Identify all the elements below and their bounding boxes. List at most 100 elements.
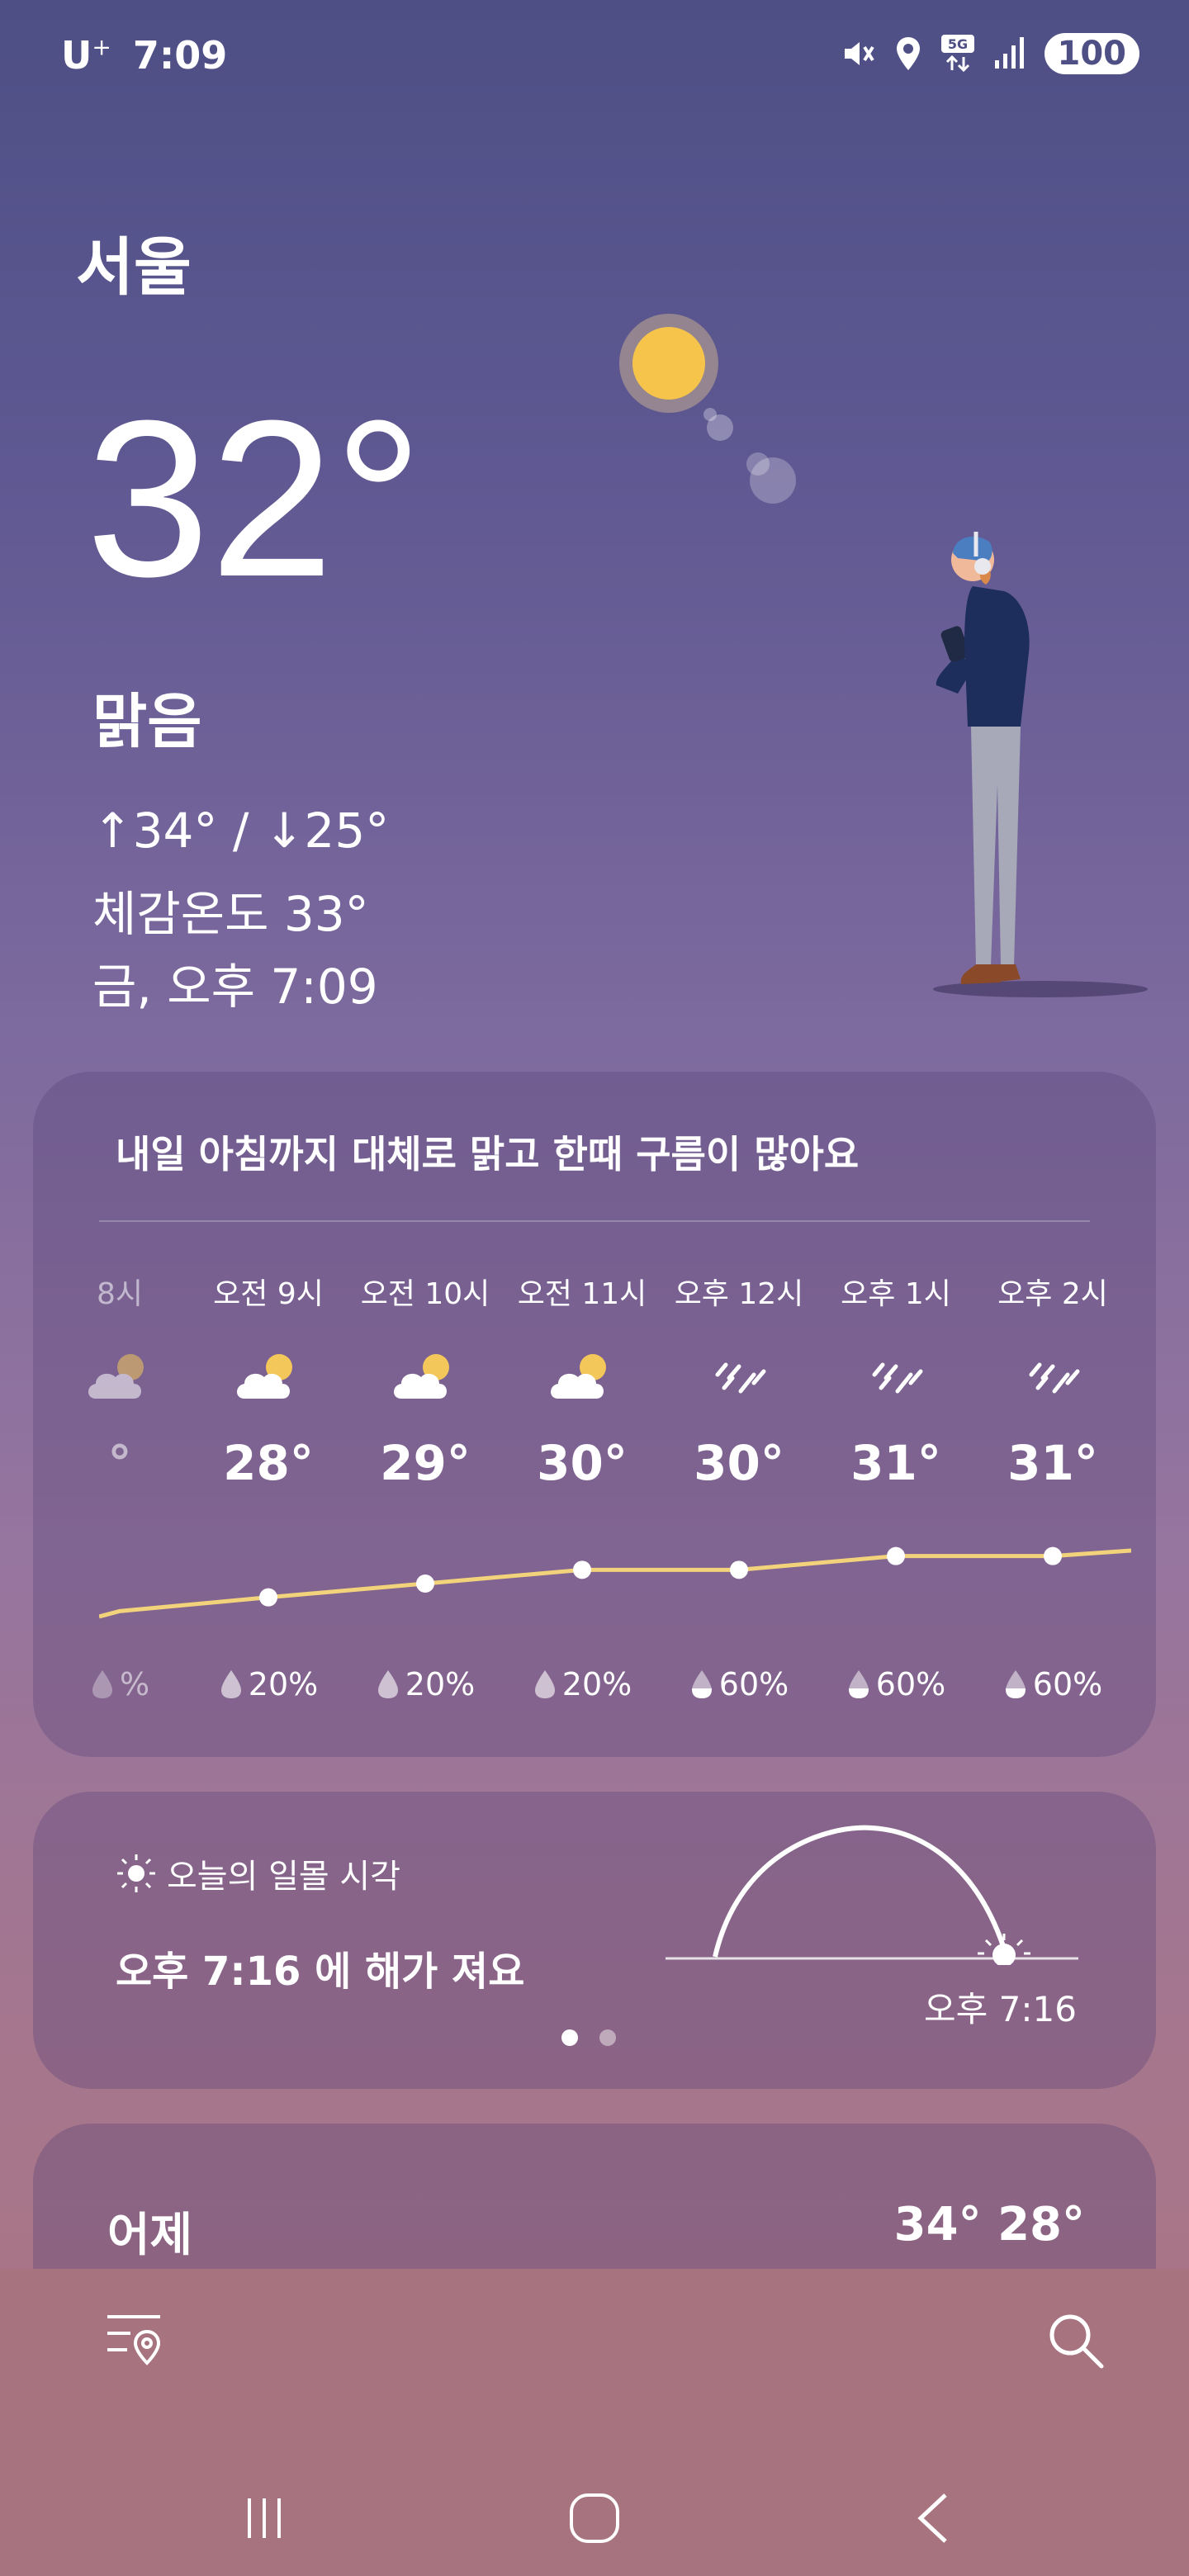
- svg-text:5G: 5G: [947, 36, 967, 52]
- sun-illustration: [619, 314, 796, 504]
- back-icon: [917, 2493, 947, 2543]
- hourly-item: 오전 10시 29°: [347, 1270, 504, 1491]
- clock: 7:09: [132, 33, 228, 78]
- raindrop-icon: [92, 1670, 112, 1698]
- search-icon[interactable]: [1044, 2308, 1106, 2371]
- partly-cloudy-icon: [394, 1354, 449, 1399]
- back-button[interactable]: [900, 2485, 966, 2551]
- hour-icon: [190, 1341, 347, 1415]
- hour-temperature: 30°: [694, 1435, 784, 1491]
- status-icons: 5G 100: [840, 33, 1139, 74]
- raindrop-icon: [377, 1670, 398, 1698]
- precip-item: 20%: [347, 1666, 504, 1702]
- hourly-item: 오후 12시 30°: [661, 1270, 817, 1491]
- hour-icon: [41, 1341, 198, 1415]
- location-icon: [896, 37, 920, 70]
- yesterday-label: 어제: [107, 2209, 193, 2262]
- partly-cloudy-icon: [237, 1354, 292, 1399]
- recent-apps-button[interactable]: [231, 2485, 297, 2551]
- location-list-icon[interactable]: [102, 2305, 168, 2371]
- partly-cloudy-icon: [551, 1354, 606, 1399]
- temperature-point: [1044, 1546, 1062, 1565]
- hour-icon: [347, 1341, 504, 1415]
- divider: [99, 1220, 1090, 1222]
- temperature-point: [730, 1560, 748, 1579]
- sunset-time: 오후 7:16: [924, 1989, 1077, 2029]
- hour-icon: [661, 1341, 817, 1415]
- hour-temperature: 31°: [850, 1435, 941, 1491]
- temperature-graph: [99, 1546, 1131, 1619]
- feels-like-temperature: 체감온도 33°: [92, 886, 369, 942]
- page-indicator[interactable]: [561, 2029, 616, 2046]
- precip-value: 20%: [405, 1666, 476, 1702]
- hourly-forecast-card[interactable]: 내일 아침까지 대체로 맑고 한때 구름이 많아요 8시 ° 오전 9시 28° 오전 …: [33, 1072, 1156, 1757]
- hourly-item: 오후 2시 31°: [974, 1270, 1131, 1491]
- hour-temperature: °: [107, 1435, 132, 1491]
- sun-icon: [117, 1854, 155, 1892]
- hour-label: 8시: [96, 1277, 144, 1311]
- precip-item: 20%: [190, 1666, 347, 1702]
- temperature-point: [573, 1560, 591, 1579]
- hourly-item: 오후 1시 31°: [817, 1270, 974, 1491]
- hourly-item: 오전 11시 30°: [504, 1270, 661, 1491]
- precip-value: 60%: [718, 1666, 789, 1702]
- hour-label: 오후 12시: [674, 1277, 804, 1311]
- carrier-label: U+ 7:09: [61, 33, 228, 78]
- sunset-label-row: 오늘의 일몰 시각: [116, 1849, 400, 1897]
- precip-value: 60%: [1032, 1666, 1103, 1702]
- hour-icon: [974, 1341, 1131, 1415]
- hour-temperature: 28°: [223, 1435, 314, 1491]
- hour-label: 오전 9시: [213, 1277, 324, 1311]
- raindrop-icon: [848, 1670, 869, 1698]
- hour-label: 오후 2시: [997, 1277, 1108, 1311]
- person-illustration: [933, 532, 1148, 997]
- yesterday-temperatures: 34° 28°: [893, 2198, 1085, 2252]
- partly-cloudy-icon: [88, 1354, 144, 1399]
- hour-icon: [504, 1341, 661, 1415]
- temperature-point: [416, 1574, 434, 1593]
- battery-indicator: 100: [1044, 33, 1139, 74]
- temperature-point: [259, 1588, 277, 1607]
- precip-item: 60%: [974, 1666, 1131, 1702]
- hour-label: 오전 10시: [360, 1277, 490, 1311]
- recent-apps-icon: [248, 2498, 281, 2538]
- precip-item: 60%: [661, 1666, 817, 1702]
- page-dot-1[interactable]: [561, 2029, 578, 2046]
- precip-item: %: [41, 1666, 198, 1702]
- signal-icon: [994, 37, 1024, 69]
- mute-icon: [844, 42, 874, 65]
- precip-value: 60%: [875, 1666, 946, 1702]
- home-button[interactable]: [561, 2485, 628, 2551]
- rain-icon: [715, 1362, 766, 1394]
- raindrop-icon: [534, 1670, 555, 1698]
- hour-temperature: 29°: [380, 1435, 471, 1491]
- precip-item: 20%: [504, 1666, 661, 1702]
- raindrop-icon: [691, 1670, 712, 1698]
- sunset-description: 오후 7:16 에 해가 져요: [116, 1949, 525, 1995]
- temperature-point: [887, 1546, 905, 1565]
- temperature-line: [99, 1548, 1131, 1619]
- precip-value: %: [119, 1666, 150, 1702]
- current-datetime: 금, 오후 7:09: [92, 959, 378, 1015]
- rain-icon: [872, 1362, 923, 1394]
- home-icon: [570, 2493, 619, 2543]
- page-dot-2[interactable]: [599, 2029, 616, 2046]
- hour-icon: [817, 1341, 974, 1415]
- raindrop-icon: [1005, 1670, 1026, 1698]
- sunset-label: 오늘의 일몰 시각: [167, 1858, 401, 1896]
- hour-temperature: 30°: [537, 1435, 628, 1491]
- hourly-item: 오전 9시 28°: [190, 1270, 347, 1491]
- weather-condition: 맑음: [92, 687, 202, 756]
- precip-item: 60%: [817, 1666, 974, 1702]
- current-temperature: 32°: [86, 375, 424, 623]
- sunset-arc: [666, 1825, 1078, 1965]
- bottom-bar: [0, 2269, 1189, 2576]
- raindrop-icon: [220, 1670, 241, 1698]
- high-low-temperature: ↑34° / ↓25°: [92, 803, 390, 859]
- hour-label: 오후 1시: [841, 1277, 951, 1311]
- status-bar: U+ 7:09 5G 100: [0, 0, 1189, 107]
- hour-label: 오전 11시: [517, 1277, 647, 1311]
- sunset-card[interactable]: 오늘의 일몰 시각 오후 7:16 에 해가 져요 오후 7:16: [33, 1792, 1156, 2089]
- forecast-summary: 내일 아침까지 대체로 맑고 한때 구름이 많아요: [116, 1132, 860, 1177]
- hour-temperature: 31°: [1007, 1435, 1098, 1491]
